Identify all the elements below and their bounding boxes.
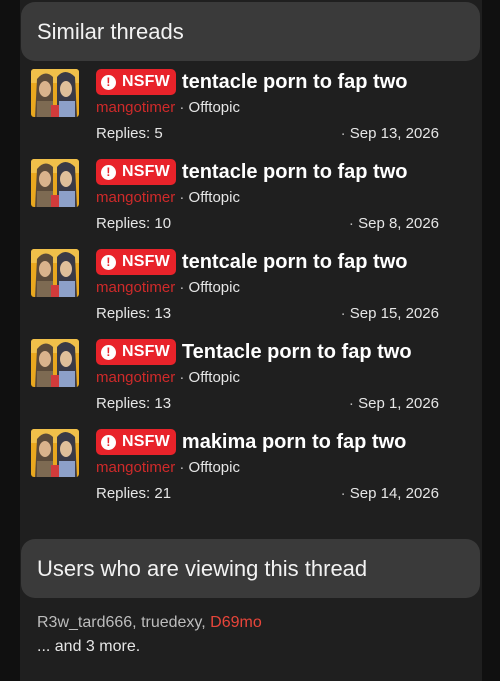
thread-date: · Sep 14, 2026 (341, 485, 439, 502)
separator-dot: · (340, 485, 346, 502)
thread-date: · Sep 1, 2026 (349, 395, 439, 412)
thread-title-line: ! NSFW tentacle porn to fap two (96, 69, 407, 95)
thread-meta: mangotimer · Offtopic (96, 99, 240, 116)
nsfw-badge: ! NSFW (96, 249, 176, 275)
thread-meta: mangotimer · Offtopic (96, 279, 240, 296)
thread-date-value[interactable]: Sep 14, 2026 (350, 485, 439, 502)
separator-dot: · (179, 99, 185, 116)
thread-meta: mangotimer · Offtopic (96, 459, 240, 476)
thread-title-link[interactable]: tentcale porn to fap two (182, 251, 408, 274)
viewer-link[interactable]: truedexy (141, 614, 201, 631)
thread-meta: mangotimer · Offtopic (96, 369, 240, 386)
thread-title-link[interactable]: Tentacle porn to fap two (182, 341, 412, 364)
thread-date: · Sep 8, 2026 (349, 215, 439, 232)
thread-title-line: ! NSFW makima porn to fap two (96, 429, 406, 455)
separator-dot: · (179, 189, 185, 206)
nsfw-badge: ! NSFW (96, 159, 176, 185)
reply-count: Replies: 5 (96, 125, 163, 142)
thread-title-line: ! NSFW Tentacle porn to fap two (96, 339, 412, 365)
separator-dot: · (348, 215, 354, 232)
avatar[interactable] (31, 339, 79, 387)
separator-dot: · (340, 305, 346, 322)
exclamation-circle-icon: ! (101, 434, 116, 450)
nsfw-badge-label: NSFW (122, 73, 170, 90)
forum-link[interactable]: Offtopic (189, 99, 240, 116)
forum-link[interactable]: Offtopic (189, 369, 240, 386)
viewers-title: Users who are viewing this thread (37, 555, 368, 581)
similar-threads-title: Similar threads (37, 18, 184, 44)
nsfw-badge-label: NSFW (122, 253, 170, 270)
thread-date-value[interactable]: Sep 1, 2026 (358, 395, 439, 412)
author-link[interactable]: mangotimer (96, 459, 175, 476)
forum-link[interactable]: Offtopic (189, 279, 240, 296)
thread-title-link[interactable]: makima porn to fap two (182, 431, 406, 454)
author-link[interactable]: mangotimer (96, 99, 175, 116)
forum-link[interactable]: Offtopic (189, 189, 240, 206)
nsfw-badge: ! NSFW (96, 429, 176, 455)
reply-count: Replies: 10 (96, 215, 172, 232)
avatar[interactable] (31, 429, 79, 477)
author-link[interactable]: mangotimer (96, 369, 175, 386)
thread-item[interactable]: ! NSFW tentacle porn to fap two mangotim… (20, 159, 482, 249)
separator-dot: · (179, 369, 185, 386)
separator-dot: · (179, 459, 185, 476)
reply-count: Replies: 13 (96, 395, 172, 412)
thread-item[interactable]: ! NSFW Tentacle porn to fap two mangotim… (20, 339, 482, 429)
separator-dot: · (340, 125, 346, 142)
nsfw-badge-label: NSFW (122, 343, 170, 360)
exclamation-circle-icon: ! (101, 74, 116, 90)
thread-title-link[interactable]: tentacle porn to fap two (182, 71, 408, 94)
forum-link[interactable]: Offtopic (189, 459, 240, 476)
thread-date-value[interactable]: Sep 13, 2026 (350, 125, 439, 142)
viewers-header: Users who are viewing this thread (21, 539, 480, 598)
thread-date: · Sep 15, 2026 (341, 305, 439, 322)
viewer-link[interactable]: R3w_tard666 (37, 614, 132, 631)
exclamation-circle-icon: ! (101, 344, 116, 360)
separator-dot: · (348, 395, 354, 412)
more-viewers-text: ... and 3 more. (37, 638, 141, 655)
exclamation-circle-icon: ! (101, 164, 116, 180)
thread-title-line: ! NSFW tentcale porn to fap two (96, 249, 407, 275)
nsfw-badge: ! NSFW (96, 69, 176, 95)
separator-dot: · (179, 279, 185, 296)
avatar[interactable] (31, 69, 79, 117)
author-link[interactable]: mangotimer (96, 189, 175, 206)
viewer-list: R3w_tard666, truedexy, D69mo (37, 614, 262, 631)
thread-date: · Sep 13, 2026 (341, 125, 439, 142)
nsfw-badge-label: NSFW (122, 163, 170, 180)
nsfw-badge: ! NSFW (96, 339, 176, 365)
reply-count: Replies: 13 (96, 305, 172, 322)
avatar[interactable] (31, 249, 79, 297)
thread-date-value[interactable]: Sep 8, 2026 (358, 215, 439, 232)
thread-title-link[interactable]: tentacle porn to fap two (182, 161, 408, 184)
thread-title-line: ! NSFW tentacle porn to fap two (96, 159, 407, 185)
thread-item[interactable]: ! NSFW tentcale porn to fap two mangotim… (20, 249, 482, 339)
thread-item[interactable]: ! NSFW tentacle porn to fap two mangotim… (20, 69, 482, 159)
author-link[interactable]: mangotimer (96, 279, 175, 296)
reply-count: Replies: 21 (96, 485, 172, 502)
viewer-link[interactable]: D69mo (210, 614, 262, 631)
avatar[interactable] (31, 159, 79, 207)
thread-date-value[interactable]: Sep 15, 2026 (350, 305, 439, 322)
nsfw-badge-label: NSFW (122, 433, 170, 450)
thread-meta: mangotimer · Offtopic (96, 189, 240, 206)
similar-threads-header: Similar threads (21, 2, 480, 61)
exclamation-circle-icon: ! (101, 254, 116, 270)
thread-item[interactable]: ! NSFW makima porn to fap two mangotimer… (20, 429, 482, 519)
